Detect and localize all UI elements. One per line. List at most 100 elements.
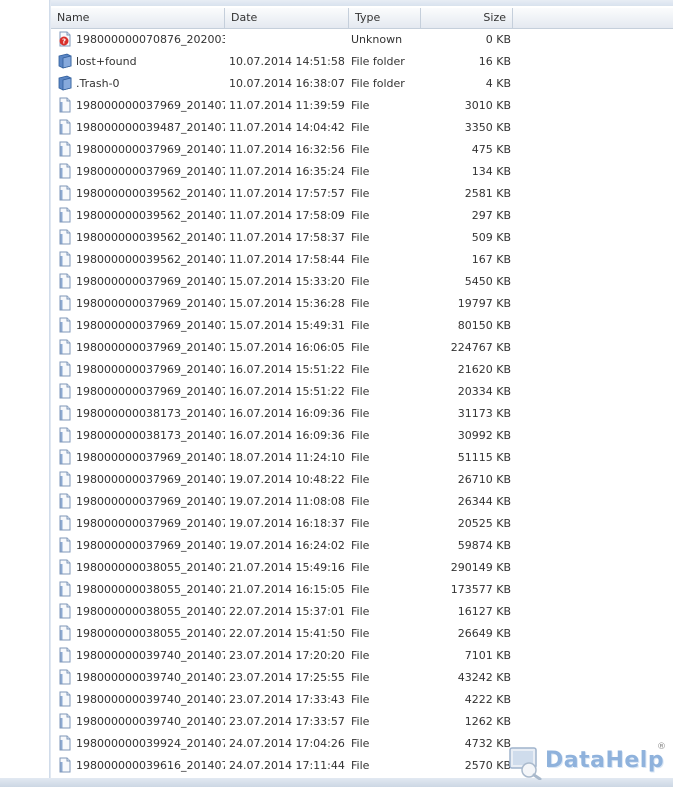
file-row[interactable]: 198000000038173_201407... 16.07.2014 16:0…	[51, 425, 673, 447]
file-date: 19.07.2014 11:08:08	[229, 495, 345, 508]
file-date: 22.07.2014 15:41:50	[229, 627, 345, 640]
file-name: 198000000039562_201407...	[76, 187, 225, 200]
file-date: 16.07.2014 15:51:22	[229, 363, 345, 376]
file-name-cell: ? 198000000070876_202003...	[51, 29, 225, 51]
file-icon	[57, 361, 73, 377]
file-row[interactable]: 198000000039740_201407... 23.07.2014 17:2…	[51, 667, 673, 689]
file-row[interactable]: ? 198000000070876_202003... Unknown 0 KB	[51, 29, 673, 51]
file-row[interactable]: 198000000039562_201407... 11.07.2014 17:5…	[51, 249, 673, 271]
file-row[interactable]: 198000000039562_201407... 11.07.2014 17:5…	[51, 227, 673, 249]
file-row[interactable]: 198000000038055_201407... 22.07.2014 15:3…	[51, 601, 673, 623]
file-type: File	[351, 385, 370, 398]
file-date: 23.07.2014 17:33:43	[229, 693, 345, 706]
file-type: File	[351, 187, 370, 200]
file-row[interactable]: 198000000039740_201407... 23.07.2014 17:3…	[51, 689, 673, 711]
file-icon	[57, 119, 73, 135]
navigation-pane	[0, 0, 49, 787]
file-name: 198000000037969_201407...	[76, 319, 225, 332]
file-row[interactable]: 198000000037969_201407... 19.07.2014 16:1…	[51, 513, 673, 535]
file-row[interactable]: 198000000037969_201407... 19.07.2014 16:2…	[51, 535, 673, 557]
file-date: 11.07.2014 17:57:57	[229, 187, 345, 200]
file-type: File	[351, 605, 370, 618]
file-type: File	[351, 693, 370, 706]
file-row[interactable]: 198000000037969_201407... 11.07.2014 16:3…	[51, 161, 673, 183]
file-row[interactable]: 198000000038173_201407... 16.07.2014 16:0…	[51, 403, 673, 425]
file-date: 19.07.2014 16:24:02	[229, 539, 345, 552]
file-type: File	[351, 143, 370, 156]
column-header-size[interactable]: Size	[421, 8, 513, 28]
file-name: .Trash-0	[76, 77, 120, 90]
file-size: 3010 KB	[464, 99, 511, 112]
file-name: 198000000037969_201407...	[76, 341, 225, 354]
file-row[interactable]: 198000000037969_201407... 11.07.2014 16:3…	[51, 139, 673, 161]
column-header-name[interactable]: Name	[51, 8, 225, 28]
file-row[interactable]: 198000000037969_201407... 15.07.2014 15:3…	[51, 271, 673, 293]
file-row[interactable]: 198000000037969_201407... 19.07.2014 10:4…	[51, 469, 673, 491]
file-icon	[57, 603, 73, 619]
file-row[interactable]: 198000000038055_201407... 21.07.2014 16:1…	[51, 579, 673, 601]
file-name: 198000000037969_201407...	[76, 473, 225, 486]
file-row[interactable]: 198000000039740_201407... 23.07.2014 17:2…	[51, 645, 673, 667]
file-name-cell: 198000000039924_201407...	[51, 733, 225, 755]
file-date: 11.07.2014 17:58:09	[229, 209, 345, 222]
file-name-cell: 198000000038055_201407...	[51, 623, 225, 645]
file-name: 198000000037969_201407...	[76, 275, 225, 288]
file-icon	[57, 581, 73, 597]
file-row[interactable]: .Trash-0 10.07.2014 16:38:07 File folder 4 …	[51, 73, 673, 95]
file-icon	[57, 537, 73, 553]
file-row[interactable]: lost+found 10.07.2014 14:51:58 File folder…	[51, 51, 673, 73]
file-name: 198000000039740_201407...	[76, 715, 225, 728]
file-name: 198000000038055_201407...	[76, 627, 225, 640]
file-type: File	[351, 495, 370, 508]
file-row[interactable]: 198000000037969_201407... 16.07.2014 15:5…	[51, 359, 673, 381]
file-size: 290149 KB	[450, 561, 511, 574]
file-name-cell: 198000000039562_201407...	[51, 249, 225, 271]
file-date: 15.07.2014 15:49:31	[229, 319, 345, 332]
file-name-cell: 198000000037969_201407...	[51, 315, 225, 337]
file-size: 4 KB	[485, 77, 511, 90]
file-row[interactable]: 198000000037969_201407... 15.07.2014 15:4…	[51, 315, 673, 337]
file-type: File	[351, 671, 370, 684]
file-row[interactable]: 198000000039487_201407... 11.07.2014 14:0…	[51, 117, 673, 139]
file-size: 167 KB	[471, 253, 511, 266]
file-type: File	[351, 209, 370, 222]
file-size: 5450 KB	[464, 275, 511, 288]
file-row[interactable]: 198000000037969_201407... 16.07.2014 15:5…	[51, 381, 673, 403]
file-date: 16.07.2014 16:09:36	[229, 429, 345, 442]
file-row[interactable]: 198000000037969_201407... 11.07.2014 11:3…	[51, 95, 673, 117]
file-name-cell: 198000000037969_201407...	[51, 513, 225, 535]
file-date: 24.07.2014 17:11:44	[229, 759, 345, 772]
datahelp-logo-icon	[509, 747, 542, 780]
column-header-type[interactable]: Type	[349, 8, 421, 28]
file-row[interactable]: 198000000038055_201407... 22.07.2014 15:4…	[51, 623, 673, 645]
file-icon	[57, 185, 73, 201]
file-type: File	[351, 297, 370, 310]
column-header-date[interactable]: Date	[225, 8, 349, 28]
file-date: 23.07.2014 17:20:20	[229, 649, 345, 662]
file-row[interactable]: 198000000039562_201407... 11.07.2014 17:5…	[51, 183, 673, 205]
file-name-cell: 198000000039740_201407...	[51, 645, 225, 667]
file-row[interactable]: 198000000038055_201407... 21.07.2014 15:4…	[51, 557, 673, 579]
file-name-cell: 198000000037969_201407...	[51, 293, 225, 315]
file-icon	[57, 229, 73, 245]
file-size: 297 KB	[471, 209, 511, 222]
file-date: 11.07.2014 16:32:56	[229, 143, 345, 156]
file-row[interactable]: 198000000037969_201407... 19.07.2014 11:0…	[51, 491, 673, 513]
file-name-cell: 198000000039740_201407...	[51, 689, 225, 711]
file-type: File	[351, 429, 370, 442]
file-row[interactable]: 198000000037969_201407... 15.07.2014 15:3…	[51, 293, 673, 315]
file-row[interactable]: 198000000037969_201407... 15.07.2014 16:0…	[51, 337, 673, 359]
file-row[interactable]: 198000000039740_201407... 23.07.2014 17:3…	[51, 711, 673, 733]
file-type: File folder	[351, 77, 405, 90]
file-name-cell: 198000000038055_201407...	[51, 601, 225, 623]
file-name: 198000000039616_201407...	[76, 759, 225, 772]
file-name: 198000000037969_201407...	[76, 143, 225, 156]
file-type: File	[351, 231, 370, 244]
file-row[interactable]: 198000000039562_201407... 11.07.2014 17:5…	[51, 205, 673, 227]
file-row[interactable]: 198000000037969_201407... 18.07.2014 11:2…	[51, 447, 673, 469]
file-rows: ? 198000000070876_202003... Unknown 0 KB los…	[51, 29, 673, 777]
file-name: 198000000037969_201407...	[76, 99, 225, 112]
file-date: 11.07.2014 14:04:42	[229, 121, 345, 134]
file-name-cell: 198000000039562_201407...	[51, 227, 225, 249]
file-type: File	[351, 121, 370, 134]
